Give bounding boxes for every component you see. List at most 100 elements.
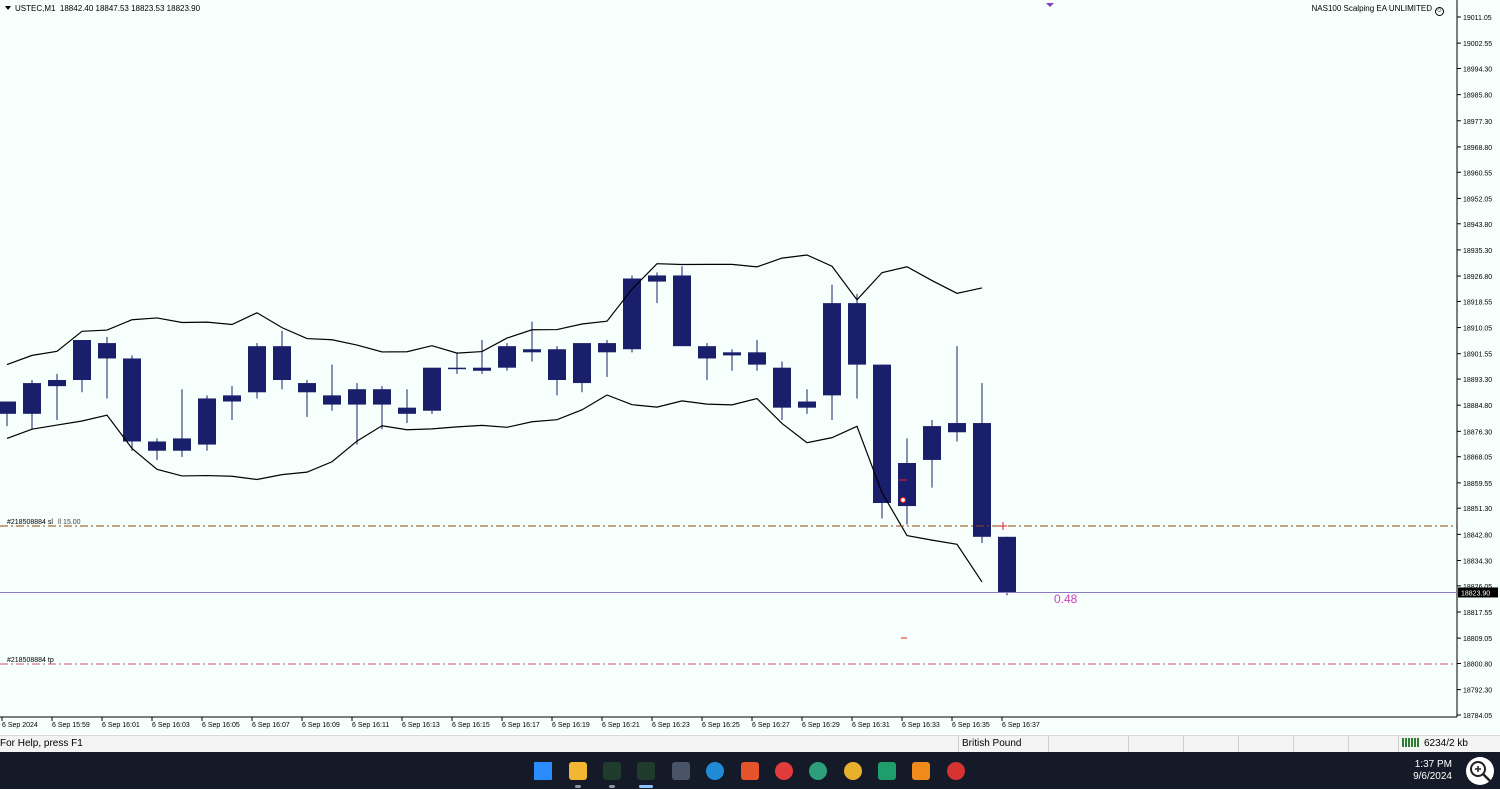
windows-start-icon[interactable] [534,762,552,780]
expert-advisor-label: NAS100 Scalping EA UNLIMITED ☺ [1312,4,1444,16]
candle-body [598,343,616,353]
clock-time: 1:37 PM [1414,759,1452,770]
candle-body [0,401,16,414]
current-price-label: 18823.90 [1461,590,1490,597]
time-tick-label: 6 Sep 16:35 [952,722,990,729]
candle-body [823,303,841,396]
app-globe-icon[interactable] [809,762,827,780]
symbol-label: USTEC,M1 [15,4,56,13]
edge-icon[interactable] [706,762,724,780]
time-tick-label: 6 Sep 16:17 [502,722,540,729]
price-tick-label: 18884.80 [1463,403,1492,410]
candle-body [73,340,91,380]
candle-body [348,389,366,405]
price-tick-label: 18918.55 [1463,299,1492,306]
candle-body [973,423,991,537]
help-text: For Help, press F1 [0,738,83,749]
take-profit-label: #218508884 tp [7,657,54,664]
app-red-icon[interactable] [775,762,793,780]
time-tick-label: 6 Sep 16:25 [702,722,740,729]
metatrader-active-icon[interactable] [637,762,655,780]
status-divider [1398,736,1399,753]
candle-body [698,346,716,359]
chart-app-icon[interactable] [878,762,896,780]
price-tick-label: 18834.30 [1463,558,1492,565]
chrome-icon[interactable] [844,762,862,780]
price-chart[interactable]: 19011.05 19002.55 18994.30 18985.80 18977.30… [0,0,1500,733]
candle-body [448,367,466,370]
ninjatrader-icon[interactable] [741,762,759,780]
price-tick-label: 18784.05 [1463,713,1492,720]
profit-label: 0.48 [1054,592,1078,606]
shift-marker-icon[interactable] [1046,3,1054,7]
candle-body [373,389,391,405]
candle-body [648,275,666,282]
ohlc-values: 18842.40 18847.53 18823.53 18823.90 [59,4,201,13]
time-tick-label: 6 Sep 2024 [2,722,38,729]
price-tick-label: 18926.80 [1463,274,1492,281]
candle-body [48,379,66,387]
time-tick-label: 6 Sep 16:01 [102,722,140,729]
price-tick-label: 18851.30 [1463,506,1492,513]
price-tick-label: 18859.55 [1463,481,1492,488]
time-tick-label: 6 Sep 16:27 [752,722,790,729]
magnifier-icon[interactable] [1466,757,1494,785]
app-shield-icon[interactable] [672,762,690,780]
status-divider [1128,736,1129,753]
candle-body [98,343,116,359]
time-tick-label: 6 Sep 16:09 [302,722,340,729]
stop-loss-label: #218508884 sl [7,519,53,526]
file-explorer-icon[interactable] [569,762,587,780]
vlc-icon[interactable] [912,762,930,780]
entry-marker [899,496,907,504]
recorder-icon[interactable] [947,762,965,780]
candle-body [573,343,591,384]
price-tick-label: 18977.30 [1463,119,1492,126]
candle-body [248,346,266,393]
price-tick-label: 18809.05 [1463,636,1492,643]
price-tick-label: 18817.55 [1463,610,1492,617]
candle-body [948,423,966,433]
candle-body [298,383,316,393]
price-tick-label: 18960.55 [1463,170,1492,177]
candle-body [198,398,216,445]
candle-body [23,383,41,414]
candle-body [523,349,541,353]
price-tick-label: 18943.80 [1463,222,1492,229]
candle-body [498,346,516,368]
status-divider [1238,736,1239,753]
system-clock[interactable]: 1:37 PM 9/6/2024 [1413,759,1452,783]
price-tick-label: 18876.30 [1463,429,1492,436]
candle-body [398,407,416,414]
price-tick-label: 19002.55 [1463,41,1492,48]
candle-body [273,346,291,380]
status-divider [958,736,959,753]
status-divider [1348,736,1349,753]
time-tick-label: 6 Sep 16:11 [352,722,389,729]
chart-menu-icon[interactable] [5,6,11,10]
chart-area[interactable]: 19011.05 19002.55 18994.30 18985.80 18977.30… [0,0,1500,733]
candle-body [148,441,166,451]
time-tick-label: 6 Sep 16:19 [552,722,590,729]
candle-body [123,358,141,442]
price-tick-label: 18952.05 [1463,196,1492,203]
status-divider [1048,736,1049,753]
traffic-text: 6234/2 kb [1424,738,1468,749]
candle-body [773,367,791,408]
running-indicator [575,785,581,788]
candle-body [998,536,1016,593]
candle-body [473,367,491,371]
candle-body [723,352,741,356]
candle-body [323,395,341,405]
price-tick-label: 18901.55 [1463,352,1492,359]
time-tick-label: 6 Sep 16:29 [802,722,840,729]
candle-body [173,438,191,451]
account-name: British Pound [962,738,1022,749]
time-tick-label: 6 Sep 16:37 [1002,722,1040,729]
metatrader-icon[interactable] [603,762,621,780]
status-divider [1183,736,1184,753]
candle-body [923,426,941,460]
price-tick-label: 18893.30 [1463,377,1492,384]
price-tick-label: 18968.80 [1463,145,1492,152]
candle-body [798,401,816,408]
